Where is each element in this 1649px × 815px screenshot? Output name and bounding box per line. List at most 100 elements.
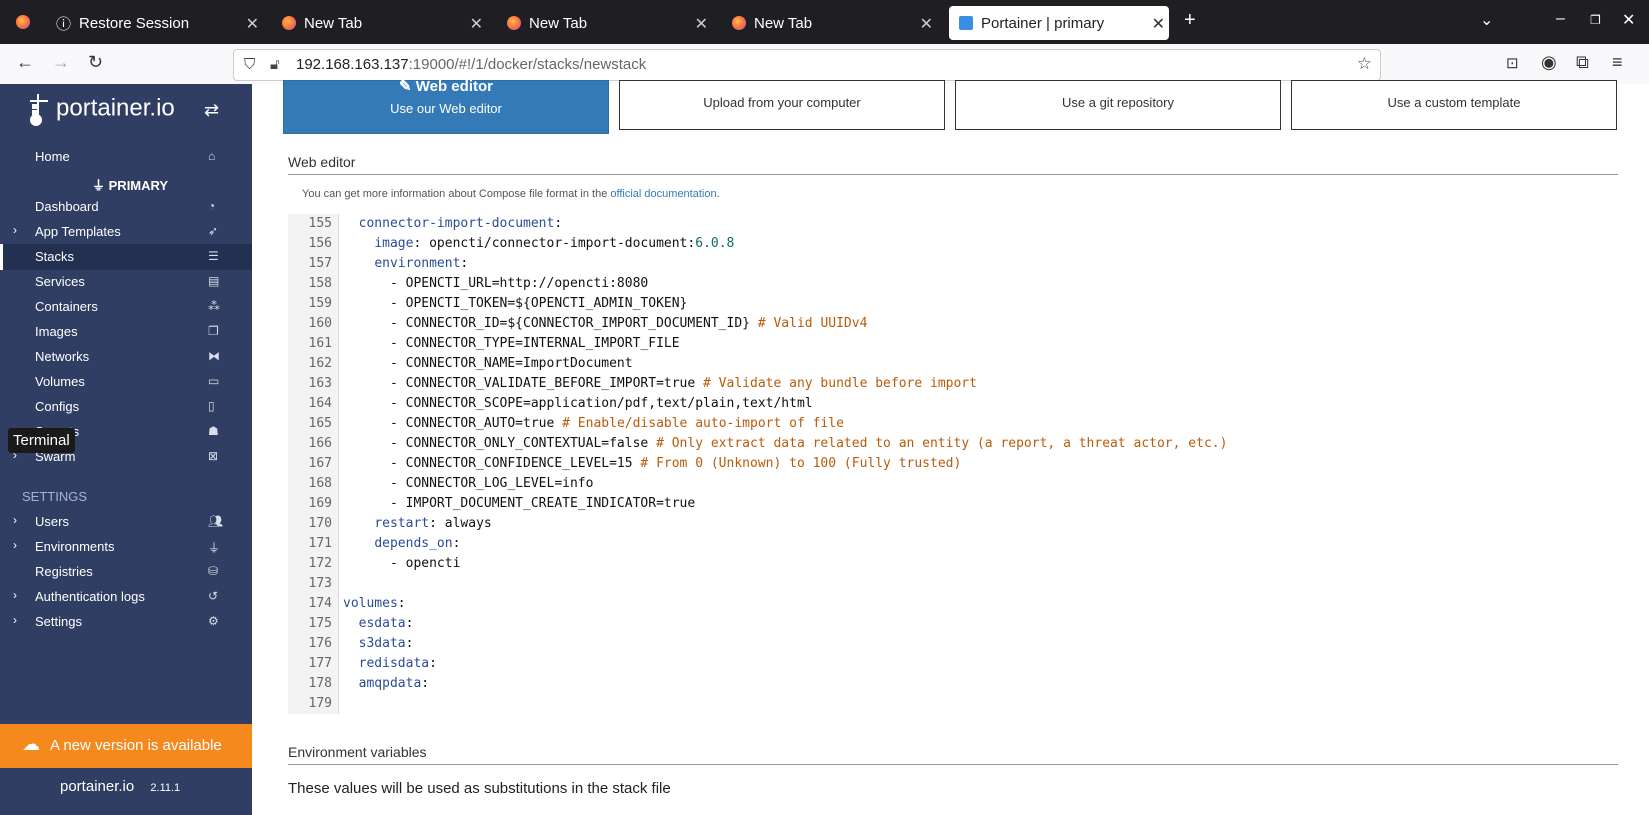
minimize-icon[interactable]: – [1556, 10, 1565, 28]
code-line[interactable]: redisdata: [343, 656, 437, 671]
lock-icon[interactable]: 🔓︎ [270, 56, 280, 73]
code-line[interactable]: volumes: [343, 596, 406, 611]
close-tab-icon[interactable]: ✕ [695, 14, 708, 34]
tab-title: New Tab [304, 14, 363, 32]
forward-icon[interactable]: → [52, 52, 70, 73]
sidebar-toggle-icon[interactable]: ⇄ [204, 100, 219, 121]
tab-title: New Tab [754, 14, 813, 32]
code-line[interactable]: restart: always [343, 516, 491, 531]
sidebar-item-volumes[interactable]: Volumes ▭ [0, 369, 252, 395]
bookmark-star-icon[interactable]: ☆ [1357, 54, 1372, 74]
object-group-icon: ⊠ [208, 449, 219, 463]
line-number: 176 [308, 636, 332, 651]
maximize-icon[interactable]: ❐ [1590, 13, 1601, 27]
browser-tab[interactable]: ⓘ Restore Session ✕ [48, 6, 263, 40]
close-tab-icon[interactable]: ✕ [1152, 14, 1165, 34]
browser-tab[interactable]: New Tab ✕ [722, 6, 937, 40]
code-line[interactable]: - CONNECTOR_SCOPE=application/pdf,text/p… [343, 396, 813, 411]
official-documentation-link[interactable]: official documentation [610, 188, 716, 200]
line-number: 168 [308, 476, 332, 491]
pocket-icon[interactable]: ⊡ [1506, 54, 1519, 72]
account-icon[interactable]: ◉ [1541, 52, 1557, 73]
sidebar-item-services[interactable]: Services ▤ [0, 269, 252, 295]
update-banner[interactable]: ☁ A new version is available [0, 724, 252, 768]
sidebar-item-stacks[interactable]: Stacks ☰ [0, 244, 255, 270]
chevron-right-icon: › [13, 513, 17, 527]
portainer-logo[interactable]: portainer.io [28, 92, 175, 126]
sidebar-item-containers[interactable]: Containers ⁂ [0, 294, 252, 320]
code-line[interactable]: environment: [343, 256, 468, 271]
code-line[interactable]: s3data: [343, 636, 414, 651]
code-line[interactable]: - IMPORT_DOCUMENT_CREATE_INDICATOR=true [343, 496, 695, 511]
line-number: 156 [308, 236, 332, 251]
menu-icon[interactable]: ≡ [1612, 52, 1623, 73]
code-line[interactable]: depends_on: [343, 536, 460, 551]
line-number: 161 [308, 336, 332, 351]
history-icon: ↺ [208, 589, 219, 603]
firefox-icon [507, 16, 521, 30]
code-editor[interactable]: 155 156 157 158 159 160 161 162 163 164 165 166 167 1… [288, 214, 1649, 714]
new-tab-icon[interactable]: + [1184, 9, 1196, 32]
code-line[interactable]: - CONNECTOR_ONLY_CONTEXTUAL=false # Only… [343, 436, 1227, 451]
reload-icon[interactable]: ↻ [88, 52, 103, 73]
sidebar-item-configs[interactable]: Configs ▯ [0, 394, 252, 420]
code-line[interactable]: - CONNECTOR_TYPE=INTERNAL_IMPORT_FILE [343, 336, 680, 351]
tab-list-chevron-icon[interactable]: ⌄ [1480, 10, 1493, 30]
clone-icon: ❐ [208, 324, 219, 338]
firefox-icon[interactable] [16, 15, 30, 29]
url-text[interactable]: 192.168.163.137:19000/#!/1/docker/stacks… [296, 56, 646, 73]
firefox-icon [282, 16, 296, 30]
code-line[interactable]: connector-import-document: [343, 216, 563, 231]
line-number: 166 [308, 436, 332, 451]
code-line[interactable]: esdata: [343, 616, 414, 631]
line-number: 173 [308, 576, 332, 591]
line-number: 177 [308, 656, 332, 671]
sidebar-item-networks[interactable]: Networks ⧓ [0, 344, 252, 370]
sitemap-icon: ⧓ [208, 349, 220, 363]
close-window-icon[interactable]: ✕ [1622, 10, 1635, 30]
line-number: 162 [308, 356, 332, 371]
line-number: 167 [308, 456, 332, 471]
code-line[interactable]: - OPENCTI_TOKEN=${OPENCTI_ADMIN_TOKEN} [343, 296, 687, 311]
sidebar-item-images[interactable]: Images ❐ [0, 319, 252, 345]
code-line[interactable]: - CONNECTOR_AUTO=true # Enable/disable a… [343, 416, 844, 431]
code-line[interactable]: - CONNECTOR_LOG_LEVEL=info [343, 476, 594, 491]
code-line[interactable]: - CONNECTOR_ID=${CONNECTOR_IMPORT_DOCUME… [343, 316, 867, 331]
rocket-icon: ➶ [208, 224, 219, 238]
browser-tab[interactable]: New Tab ✕ [497, 6, 712, 40]
sidebar-item-home[interactable]: Home ⌂ [0, 144, 252, 170]
browser-tab[interactable]: New Tab ✕ [272, 6, 487, 40]
cloud-download-icon: ☁ [22, 734, 40, 754]
code-line[interactable]: - CONNECTOR_VALIDATE_BEFORE_IMPORT=true … [343, 376, 977, 391]
code-line[interactable]: - OPENCTI_URL=http://opencti:8080 [343, 276, 648, 291]
code-line[interactable]: - opencti [343, 556, 460, 571]
build-method-git[interactable]: Use a git repository [955, 80, 1281, 130]
build-method-upload[interactable]: Upload from your computer [619, 80, 945, 130]
sidebar-item-dashboard[interactable]: Dashboard ◔ [0, 194, 252, 220]
code-line[interactable]: image: opencti/connector-import-document… [343, 236, 734, 251]
build-method-template[interactable]: Use a custom template [1291, 80, 1617, 130]
close-tab-icon[interactable]: ✕ [470, 14, 483, 34]
firefox-icon [732, 16, 746, 30]
line-number: 179 [308, 696, 332, 711]
extensions-icon[interactable]: ⧉ [1576, 52, 1589, 73]
sidebar-item-app-templates[interactable]: › App Templates ➶ [0, 219, 252, 245]
sidebar-item-users[interactable]: › Users 👥︎ [0, 509, 252, 535]
build-method-web-editor[interactable]: ✎ Web editor Use our Web editor [283, 78, 609, 134]
line-number: 157 [308, 256, 332, 271]
chevron-right-icon: › [13, 588, 17, 602]
code-line[interactable]: - CONNECTOR_CONFIDENCE_LEVEL=15 # From 0… [343, 456, 961, 471]
compose-info-text: You can get more information about Compo… [302, 188, 720, 200]
code-line[interactable]: amqpdata: [343, 676, 429, 691]
sidebar-item-environments[interactable]: › Environments ⏚ [0, 534, 252, 560]
back-icon[interactable]: ← [16, 52, 34, 73]
code-line[interactable]: - CONNECTOR_NAME=ImportDocument [343, 356, 633, 371]
sidebar-item-settings[interactable]: › Settings ⚙ [0, 609, 252, 635]
sidebar-item-authentication-logs[interactable]: › Authentication logs ↺ [0, 584, 252, 610]
close-tab-icon[interactable]: ✕ [246, 14, 259, 34]
browser-tab-active[interactable]: Portainer | primary ✕ [949, 6, 1169, 40]
close-tab-icon[interactable]: ✕ [920, 14, 933, 34]
line-number: 175 [308, 616, 332, 631]
shield-icon[interactable]: ⛉ [244, 56, 255, 73]
sidebar-item-registries[interactable]: Registries ⛁ [0, 559, 252, 585]
